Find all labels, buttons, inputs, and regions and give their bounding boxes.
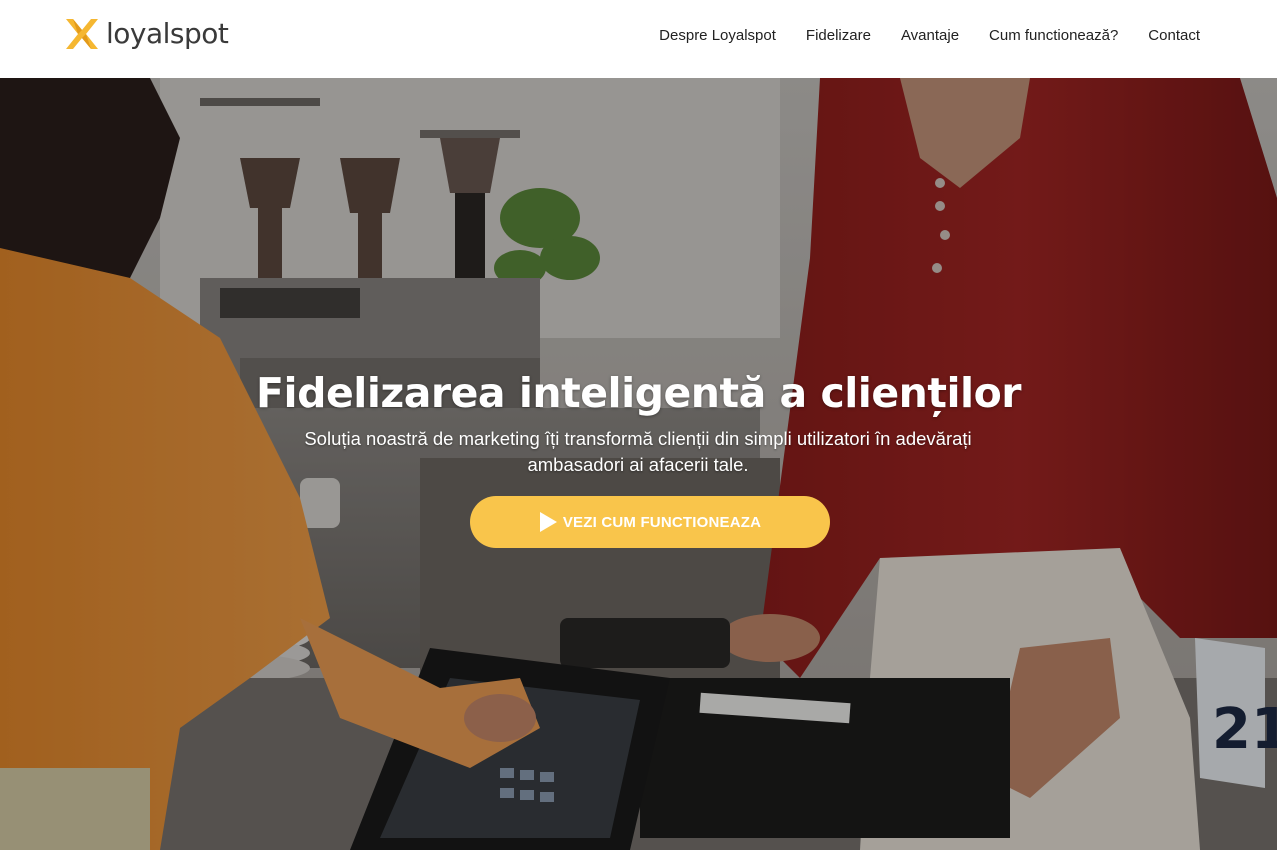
site-header: loyalspot Despre Loyalspot Fidelizare Av… bbox=[0, 0, 1277, 78]
hero-headline: Fidelizarea inteligentă a clienților bbox=[256, 369, 1021, 417]
nav-avantaje[interactable]: Avantaje bbox=[901, 27, 959, 44]
nav-despre-loyalspot[interactable]: Despre Loyalspot bbox=[659, 27, 776, 44]
logo-text: loyalspot bbox=[106, 17, 229, 50]
hero-section: 21 Fidelizarea inteligentă a clienților … bbox=[0, 78, 1277, 850]
main-nav: Despre Loyalspot Fidelizare Avantaje Cum… bbox=[659, 0, 1200, 70]
nav-fidelizare[interactable]: Fidelizare bbox=[806, 27, 871, 44]
see-how-it-works-button[interactable]: VEZI CUM FUNCTIONEAZA bbox=[470, 496, 830, 548]
hero-subline: Soluția noastră de marketing îți transfo… bbox=[304, 428, 972, 475]
logo-mark-icon bbox=[66, 19, 98, 49]
nav-cum-functioneaza[interactable]: Cum functionează? bbox=[989, 27, 1118, 44]
hero-content: Fidelizarea inteligentă a clienților Sol… bbox=[0, 78, 1277, 850]
nav-contact[interactable]: Contact bbox=[1148, 27, 1200, 44]
play-icon bbox=[539, 512, 557, 532]
logo[interactable]: loyalspot bbox=[64, 16, 229, 52]
cta-label: VEZI CUM FUNCTIONEAZA bbox=[562, 513, 762, 531]
